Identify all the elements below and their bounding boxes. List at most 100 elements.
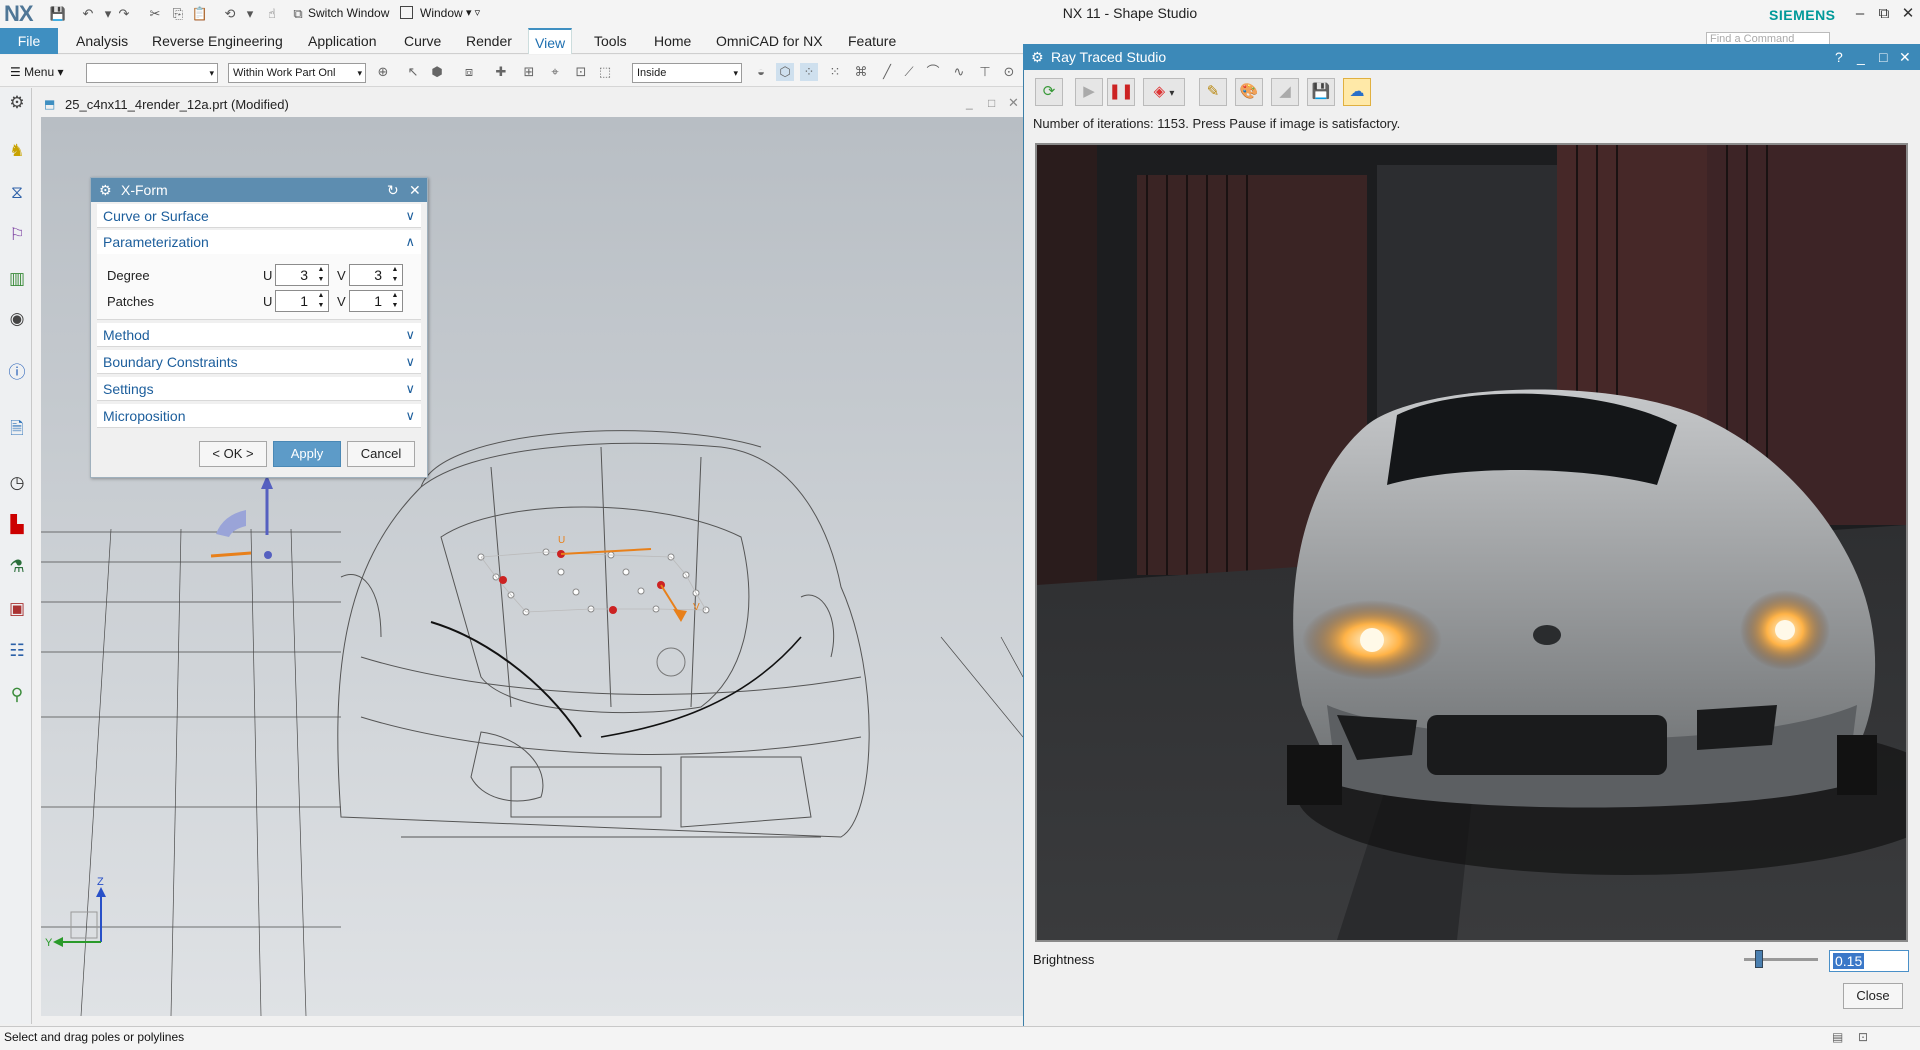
- manufacturing-wizards-icon[interactable]: ▣: [6, 598, 28, 620]
- brightness-slider-handle[interactable]: [1755, 950, 1763, 968]
- section-curve-surface[interactable]: Curve or Surface ∨: [97, 204, 421, 228]
- degree-v-value: 3: [374, 267, 382, 283]
- process-studio-icon[interactable]: ⚗: [6, 556, 28, 578]
- refresh-render-icon[interactable]: ⟳: [1035, 78, 1063, 106]
- history-icon[interactable]: 🗎: [6, 418, 28, 440]
- studio-editor-icon[interactable]: 🎨: [1235, 78, 1263, 106]
- close-icon[interactable]: ✕: [409, 178, 421, 202]
- brightness-input[interactable]: 0.15: [1829, 950, 1909, 972]
- shaded-icon[interactable]: ◒: [752, 63, 770, 81]
- selection-mode-dropdown[interactable]: Inside ▾: [632, 63, 742, 83]
- tangent-icon[interactable]: ⊤: [976, 63, 994, 81]
- tab-view[interactable]: View: [528, 28, 573, 54]
- section-microposition[interactable]: Microposition ∨: [97, 404, 421, 428]
- line-tool-icon[interactable]: ╱: [878, 63, 896, 81]
- tab-home[interactable]: Home: [648, 28, 697, 54]
- spinner-arrows-icon[interactable]: ▲ ▼: [316, 291, 326, 311]
- tab-analysis[interactable]: Analysis: [70, 28, 134, 54]
- view-manager-icon[interactable]: ◉: [6, 308, 28, 330]
- point-snap-icon[interactable]: ✚: [492, 63, 510, 81]
- section-settings[interactable]: Settings ∨: [97, 377, 421, 401]
- rts-minimize-icon[interactable]: _: [1857, 44, 1865, 70]
- pole-display-icon[interactable]: ⁘: [800, 63, 818, 81]
- system-scenes-icon[interactable]: ⚲: [6, 684, 28, 706]
- tab-omnicad[interactable]: OmniCAD for NX: [710, 28, 829, 54]
- spinner-arrows-icon[interactable]: ▲ ▼: [390, 291, 400, 311]
- rts-maximize-icon[interactable]: □: [1879, 44, 1887, 70]
- patches-v-spinner[interactable]: 1 ▲ ▼: [349, 290, 403, 312]
- tab-reverse-engineering[interactable]: Reverse Engineering: [146, 28, 289, 54]
- image-capture-icon[interactable]: ◢: [1271, 78, 1299, 106]
- snap-endpoint-icon[interactable]: ⌖: [546, 63, 564, 81]
- render-preview: [1035, 143, 1908, 942]
- degree-v-spinner[interactable]: 3 ▲ ▼: [349, 264, 403, 286]
- settings-icon[interactable]: ⚙: [6, 92, 28, 114]
- document-tab[interactable]: 25_c4nx11_4render_12a.prt (Modified): [41, 93, 1024, 117]
- tab-feature[interactable]: Feature: [842, 28, 902, 54]
- section-method[interactable]: Method ∨: [97, 323, 421, 347]
- section-parameterization[interactable]: Parameterization ∧: [97, 230, 421, 254]
- patches-u-spinner[interactable]: 1 ▲ ▼: [275, 290, 329, 312]
- clock-icon[interactable]: ◷: [6, 472, 28, 494]
- rts-close-icon[interactable]: ✕: [1899, 44, 1911, 70]
- restore-button[interactable]: ⧉: [1872, 4, 1896, 24]
- close-button[interactable]: Close: [1843, 983, 1903, 1009]
- web-browser-icon[interactable]: ⓘ: [6, 362, 28, 384]
- section-boundary-constraints[interactable]: Boundary Constraints ∨: [97, 350, 421, 374]
- ok-button[interactable]: < OK >: [199, 441, 267, 467]
- point-icon[interactable]: ⊙: [1000, 63, 1018, 81]
- polyline-icon[interactable]: ⟋: [900, 63, 918, 81]
- minimize-button[interactable]: –: [1848, 4, 1872, 24]
- part-navigator-icon[interactable]: ⚐: [6, 224, 28, 246]
- reuse-library-icon[interactable]: ▥: [6, 268, 28, 290]
- menu-button[interactable]: ☰ Menu ▾: [10, 65, 63, 79]
- help-button[interactable]: ?: [1835, 44, 1843, 70]
- render-style-dropdown[interactable]: ◈ ▾: [1143, 78, 1185, 106]
- section-label: Parameterization: [103, 234, 209, 250]
- environment-icon[interactable]: ☁: [1343, 78, 1371, 106]
- degree-u-spinner[interactable]: 3 ▲ ▼: [275, 264, 329, 286]
- feature-select-icon[interactable]: ⬢: [428, 63, 446, 81]
- status-info-icon[interactable]: ▤: [1832, 1030, 1843, 1044]
- constraint-navigator-icon[interactable]: ⧖: [6, 182, 28, 204]
- filter-options-icon[interactable]: ⧈: [460, 63, 478, 81]
- save-image-icon[interactable]: 💾: [1307, 78, 1335, 106]
- doc-minimize-icon[interactable]: _: [966, 96, 973, 110]
- selection-box-icon[interactable]: ⬚: [596, 63, 614, 81]
- wireframe-icon[interactable]: ⬡: [776, 63, 794, 81]
- pause-icon[interactable]: ❚❚: [1107, 78, 1135, 106]
- spinner-arrows-icon[interactable]: ▲ ▼: [316, 265, 326, 285]
- type-filter-dropdown[interactable]: ▾: [86, 63, 218, 83]
- tab-curve[interactable]: Curve: [398, 28, 447, 54]
- assembly-navigator-icon[interactable]: ♞: [6, 140, 28, 162]
- chevron-down-icon: ∨: [405, 354, 415, 369]
- chevron-down-icon: ∨: [405, 381, 415, 396]
- select-icon[interactable]: ↖: [404, 63, 422, 81]
- xform-dialog-header[interactable]: ⚙ X-Form ↻ ✕: [91, 178, 427, 202]
- target-snap-icon[interactable]: ⊞: [520, 63, 538, 81]
- studio-settings-icon[interactable]: ✎: [1199, 78, 1227, 106]
- tab-tools[interactable]: Tools: [588, 28, 633, 54]
- snap-icon[interactable]: ⊕: [374, 63, 392, 81]
- play-icon[interactable]: ▶: [1075, 78, 1103, 106]
- tab-application[interactable]: Application: [302, 28, 383, 54]
- file-tab[interactable]: File: [0, 28, 58, 54]
- reset-icon[interactable]: ↻: [387, 178, 399, 202]
- snap-midpoint-icon[interactable]: ⊡: [572, 63, 590, 81]
- system-materials-icon[interactable]: ▙: [6, 514, 28, 536]
- rts-header[interactable]: ⚙ Ray Traced Studio ? _ □ ✕: [1023, 44, 1920, 70]
- control-points-icon[interactable]: ⁙: [826, 63, 844, 81]
- full-screen-icon[interactable]: ⊡: [1858, 1030, 1868, 1044]
- arc-icon[interactable]: ⌒: [924, 63, 942, 81]
- doc-maximize-icon[interactable]: □: [988, 96, 995, 110]
- tab-render[interactable]: Render: [460, 28, 518, 54]
- cancel-button[interactable]: Cancel: [347, 441, 415, 467]
- snap-control-icon[interactable]: ⌘: [852, 63, 870, 81]
- doc-close-icon[interactable]: ✕: [1008, 95, 1019, 111]
- selection-scope-dropdown[interactable]: Within Work Part Onl ▾: [228, 63, 366, 83]
- roles-icon[interactable]: ☷: [6, 640, 28, 662]
- spinner-arrows-icon[interactable]: ▲ ▼: [390, 265, 400, 285]
- close-window-button[interactable]: ✕: [1896, 4, 1920, 24]
- apply-button[interactable]: Apply: [273, 441, 341, 467]
- spline-icon[interactable]: ∿: [950, 63, 968, 81]
